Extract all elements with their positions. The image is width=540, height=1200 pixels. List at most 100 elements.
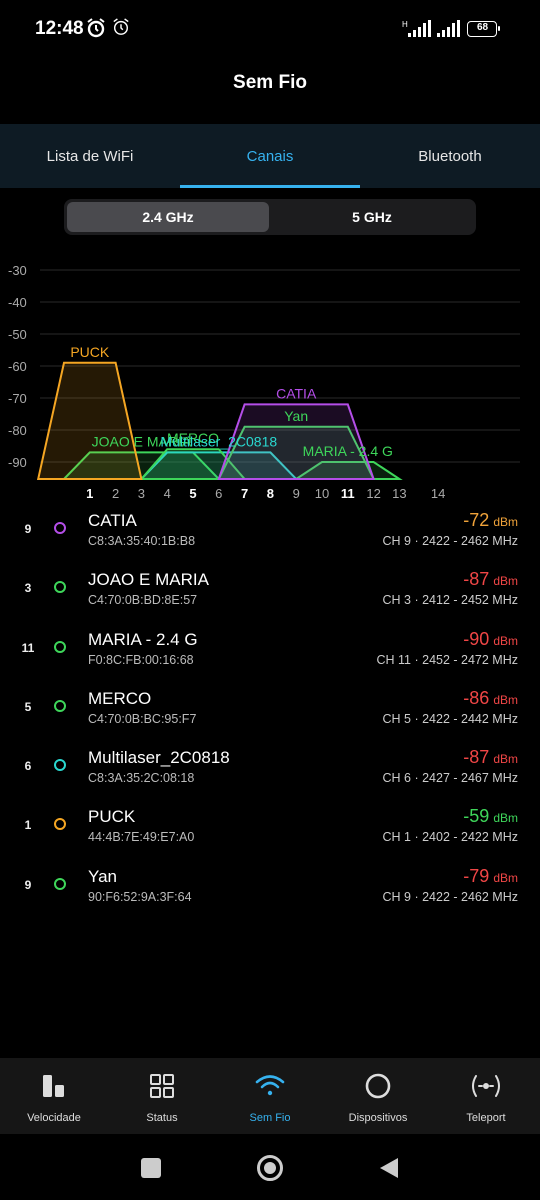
network-color-ring-icon	[54, 640, 66, 653]
network-row-maria-2-4g[interactable]: 11 MARIA - 2.4 G F0:8C:FB:00:16:68 -90 dB…	[0, 625, 540, 684]
y-tick-label: -40	[8, 295, 27, 310]
tab-active-indicator	[180, 185, 360, 188]
signal-icon-1: H	[402, 20, 432, 43]
network-mac: C8:3A:35:2C:08:18	[88, 771, 195, 786]
battery-icon: 68	[467, 21, 501, 37]
battery-level: 68	[476, 22, 489, 33]
y-tick-label: -90	[8, 455, 27, 470]
network-ssid: PUCK	[88, 807, 136, 827]
grid-icon	[108, 1070, 216, 1102]
network-mac: F0:8C:FB:00:16:68	[88, 652, 194, 667]
nav-teleport[interactable]: Teleport	[432, 1058, 540, 1134]
home-button[interactable]	[256, 1154, 284, 1182]
network-row-merco[interactable]: 5 MERCO C4:70:0B:BC:95:F7 -86 dBm CH 5 · …	[0, 684, 540, 743]
tab-channels[interactable]: Canais	[180, 124, 360, 188]
signal-strength: -87 dBm	[463, 747, 518, 768]
nav-label: Dispositivos	[348, 1112, 408, 1124]
speed-bars-icon	[0, 1070, 108, 1102]
series-label: MARIA - 2.4 G	[303, 443, 393, 459]
band-2-4ghz-button[interactable]: 2.4 GHz	[67, 202, 269, 232]
network-ssid: CATIA	[88, 511, 137, 530]
network-color-ring-icon	[54, 581, 66, 594]
y-tick-label: -80	[8, 423, 27, 438]
tab-bluetooth[interactable]: Bluetooth	[360, 124, 540, 188]
series-label: Multilaser_2C0818	[160, 433, 277, 449]
signal-strength: -90 dBm	[463, 628, 518, 649]
signal-strength: -87 dBm	[463, 569, 518, 590]
nav-sem-fio[interactable]: Sem Fio	[216, 1058, 324, 1134]
alarm-icon	[112, 18, 130, 41]
x-tick-label: 7	[241, 486, 248, 501]
network-row-joao-e-maria[interactable]: 3 JOAO E MARIA C4:70:0B:BD:8E:57 -87 dBm …	[0, 565, 540, 624]
network-color-ring-icon	[54, 877, 66, 890]
network-color-ring-icon	[54, 522, 66, 534]
status-time: 12:48	[35, 18, 84, 39]
channel-number: 6	[24, 759, 32, 774]
network-color-ring-icon	[54, 759, 66, 772]
nav-label: Velocidade	[27, 1112, 81, 1124]
series-label: Yan	[284, 408, 308, 424]
y-tick-label: -30	[8, 263, 27, 278]
network-ssid: Yan	[88, 866, 117, 886]
y-tick-label: -70	[8, 391, 27, 406]
network-mac: 90:F6:52:9A:3F:64	[88, 889, 192, 904]
x-tick-label: 12	[366, 486, 380, 501]
channel-number: 11	[21, 640, 35, 655]
network-mac: C4:70:0B:BD:8E:57	[88, 593, 198, 608]
nav-label: Sem Fio	[249, 1112, 291, 1124]
nav-label: Teleport	[466, 1112, 506, 1124]
nav-velocidade[interactable]: Velocidade	[0, 1058, 108, 1134]
network-row-yan[interactable]: 9 Yan 90:F6:52:9A:3F:64 -79 dBm CH 9 · 24…	[0, 862, 540, 921]
wifi-icon	[216, 1070, 324, 1102]
series-label: PUCK	[70, 344, 110, 360]
network-row-multilaser[interactable]: 6 Multilaser_2C0818 C8:3A:35:2C:08:18 -8…	[0, 743, 540, 802]
channel-number: 3	[24, 581, 32, 596]
channel-frequency: CH 9 · 2422 - 2462 MHz	[382, 534, 518, 548]
channel-chart: -30-40-50-60-70-80-901 2 3 4 5 6 7 8 9 10 11 12 13 14…	[8, 263, 520, 501]
x-tick-label: 13	[392, 486, 406, 501]
status-bar: 12:48 H 68	[0, 0, 540, 58]
nav-dispositivos[interactable]: Dispositivos	[324, 1058, 432, 1134]
x-tick-label: 4	[164, 486, 171, 501]
tab-bar: Lista de WiFi Canais Bluetooth	[0, 124, 540, 188]
network-row-catia[interactable]: 9 CATIA C8:3A:35:40:1B:B8 -72 dBm CH 9 · …	[0, 506, 540, 565]
back-button[interactable]	[378, 1156, 400, 1180]
channel-frequency: CH 6 · 2427 - 2467 MHz	[382, 771, 518, 786]
band-5ghz-button[interactable]: 5 GHz	[271, 202, 473, 232]
tab-wifi-list[interactable]: Lista de WiFi	[0, 124, 180, 188]
circle-icon	[324, 1070, 432, 1102]
signal-strength: -79 dBm	[463, 865, 518, 886]
channel-number: 5	[24, 699, 32, 714]
x-tick-label: 2	[112, 486, 119, 501]
signal-strength: -59 dBm	[463, 806, 518, 827]
channel-frequency: CH 1 · 2402 - 2422 MHz	[382, 830, 518, 845]
network-mac: 44:4B:7E:49:E7:A0	[88, 830, 195, 845]
system-nav-bar	[0, 1134, 540, 1200]
channel-frequency: CH 5 · 2422 - 2442 MHz	[382, 711, 518, 726]
network-mac: C8:3A:35:40:1B:B8	[88, 534, 196, 548]
y-tick-label: -60	[8, 359, 27, 374]
svg-text:H: H	[402, 20, 408, 29]
x-tick-label: 14	[431, 486, 445, 501]
signal-icon-2	[436, 20, 462, 43]
network-ssid: MARIA - 2.4 G	[88, 629, 198, 649]
teleport-icon	[432, 1070, 540, 1102]
x-tick-label: 11	[341, 486, 355, 501]
network-color-ring-icon	[54, 818, 66, 831]
network-color-ring-icon	[54, 699, 66, 712]
network-ssid: MERCO	[88, 688, 152, 708]
x-tick-label: 1	[86, 486, 93, 501]
channel-frequency: CH 11 · 2452 - 2472 MHz	[376, 652, 519, 667]
channel-frequency: CH 3 · 2412 - 2452 MHz	[382, 593, 518, 608]
network-row-puck[interactable]: 1 PUCK 44:4B:7E:49:E7:A0 -59 dBm CH 1 · 2…	[0, 802, 540, 861]
x-tick-label: 8	[267, 486, 274, 501]
x-tick-label: 9	[293, 486, 300, 501]
network-list: 9 CATIA C8:3A:35:40:1B:B8 -72 dBm CH 9 · …	[0, 506, 540, 921]
page-title: Sem Fio	[233, 72, 307, 93]
channel-number: 9	[24, 877, 32, 892]
channel-number: 1	[24, 818, 32, 833]
recent-apps-button[interactable]	[141, 1158, 161, 1178]
series-label: CATIA	[276, 385, 317, 401]
nav-status[interactable]: Status	[108, 1058, 216, 1134]
bottom-nav: Velocidade Status Sem Fio Dispositivos T…	[0, 1058, 540, 1134]
